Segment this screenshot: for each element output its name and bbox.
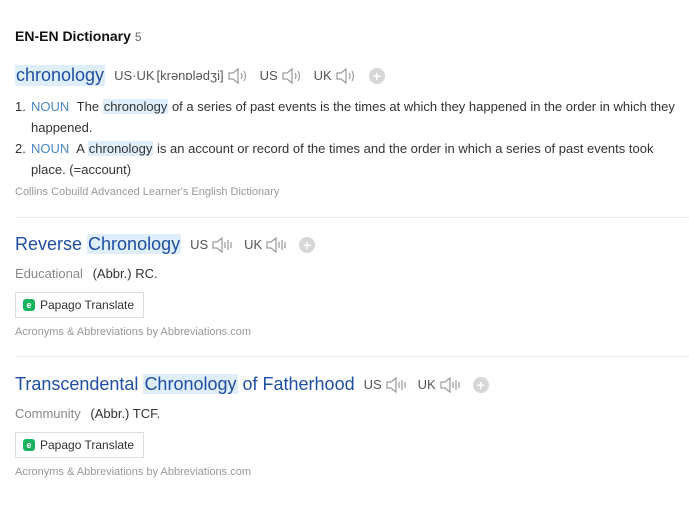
result-count: 5 bbox=[134, 30, 142, 44]
pronunciation-uk: UK bbox=[314, 67, 359, 85]
uk-label: UK bbox=[417, 377, 436, 392]
meaning-body: NOUN The chronology of a series of past … bbox=[31, 96, 675, 138]
add-to-wordbook-icon[interactable]: + bbox=[472, 376, 489, 393]
part-of-speech: NOUN bbox=[31, 141, 70, 156]
us-label: US bbox=[363, 377, 382, 392]
meaning-highlight: chronology bbox=[87, 141, 154, 156]
pronunciation-us: US bbox=[190, 236, 235, 254]
headword-pre: Transcendental bbox=[15, 374, 139, 394]
headword-pre: Reverse bbox=[15, 234, 83, 254]
divider bbox=[15, 356, 689, 357]
add-to-wordbook-icon[interactable]: + bbox=[299, 236, 316, 253]
phonetic-text: [krənɒlədʒi] bbox=[156, 68, 224, 83]
add-to-wordbook-icon[interactable]: + bbox=[368, 67, 385, 84]
speaker-icon[interactable] bbox=[211, 236, 235, 254]
headword-link[interactable]: Reverse Chronology bbox=[15, 234, 182, 255]
entry-header-transcendental-chronology: Transcendental Chronology of Fatherhood … bbox=[15, 374, 489, 395]
meaning-body: NOUN A chronology is an account or recor… bbox=[31, 138, 675, 180]
category-label: Educational bbox=[15, 266, 83, 281]
headword-post: of Fatherhood bbox=[242, 374, 355, 394]
entry-header-reverse-chronology: Reverse Chronology US UK + bbox=[15, 234, 316, 255]
us-uk-label: US·UK bbox=[114, 68, 155, 83]
headword-highlight: Chronology bbox=[87, 234, 182, 254]
entry-meta: Educational (Abbr.) RC. bbox=[15, 266, 158, 281]
category-label: Community bbox=[15, 406, 81, 421]
papago-translate-label: Papago Translate bbox=[40, 298, 135, 312]
abbreviation-source: Acronyms & Abbreviations by Abbreviation… bbox=[15, 466, 252, 478]
meaning-text-pre: A bbox=[76, 141, 85, 156]
section-title: EN-EN Dictionary 5 bbox=[15, 28, 142, 44]
meaning-text-pre: The bbox=[76, 99, 100, 114]
pronunciation-uk: UK bbox=[244, 236, 289, 254]
meaning-item: 2. NOUN A chronology is an account or re… bbox=[15, 138, 675, 180]
section-title-text: EN-EN Dictionary bbox=[15, 28, 131, 44]
papago-translate-button[interactable]: e Papago Translate bbox=[15, 432, 145, 458]
headword-link[interactable]: chronology bbox=[15, 65, 106, 86]
pronunciation-us: US bbox=[364, 376, 409, 394]
us-label: US bbox=[190, 237, 209, 252]
speaker-icon[interactable] bbox=[439, 376, 463, 394]
part-of-speech: NOUN bbox=[31, 99, 70, 114]
meaning-number: 2. bbox=[15, 141, 26, 156]
uk-label: UK bbox=[313, 68, 332, 83]
headword-link[interactable]: Transcendental Chronology of Fatherhood bbox=[15, 374, 355, 395]
dictionary-source: Collins Cobuild Advanced Learner's Engli… bbox=[15, 186, 280, 198]
meaning-highlight: chronology bbox=[102, 99, 169, 114]
uk-label: UK bbox=[244, 237, 263, 252]
us-label: US bbox=[259, 68, 278, 83]
divider bbox=[15, 217, 689, 218]
abbreviation-text: (Abbr.) TCF. bbox=[90, 406, 161, 421]
papago-translate-label: Papago Translate bbox=[40, 438, 135, 452]
entry-meta: Community (Abbr.) TCF. bbox=[15, 406, 160, 421]
papago-translate-button[interactable]: e Papago Translate bbox=[15, 292, 145, 318]
speaker-icon[interactable] bbox=[335, 67, 359, 85]
meaning-item: 1. NOUN The chronology of a series of pa… bbox=[15, 96, 675, 138]
speaker-icon[interactable] bbox=[227, 67, 251, 85]
speaker-icon[interactable] bbox=[281, 67, 305, 85]
meaning-list: 1. NOUN The chronology of a series of pa… bbox=[15, 96, 675, 180]
speaker-icon[interactable] bbox=[385, 376, 409, 394]
abbreviation-text: (Abbr.) RC. bbox=[92, 266, 158, 281]
pronunciation-us-uk: US·UK [krənɒlədʒi] bbox=[114, 67, 251, 85]
pronunciation-uk: UK bbox=[418, 376, 463, 394]
papago-logo-icon: e bbox=[23, 439, 35, 451]
meaning-number: 1. bbox=[15, 99, 26, 114]
abbreviation-source: Acronyms & Abbreviations by Abbreviation… bbox=[15, 326, 252, 338]
pronunciation-us: US bbox=[260, 67, 305, 85]
speaker-icon[interactable] bbox=[265, 236, 289, 254]
papago-logo-icon: e bbox=[23, 299, 35, 311]
headword-highlight: Chronology bbox=[143, 374, 238, 394]
entry-header-chronology: chronology US·UK [krənɒlədʒi] US UK + bbox=[15, 65, 385, 86]
